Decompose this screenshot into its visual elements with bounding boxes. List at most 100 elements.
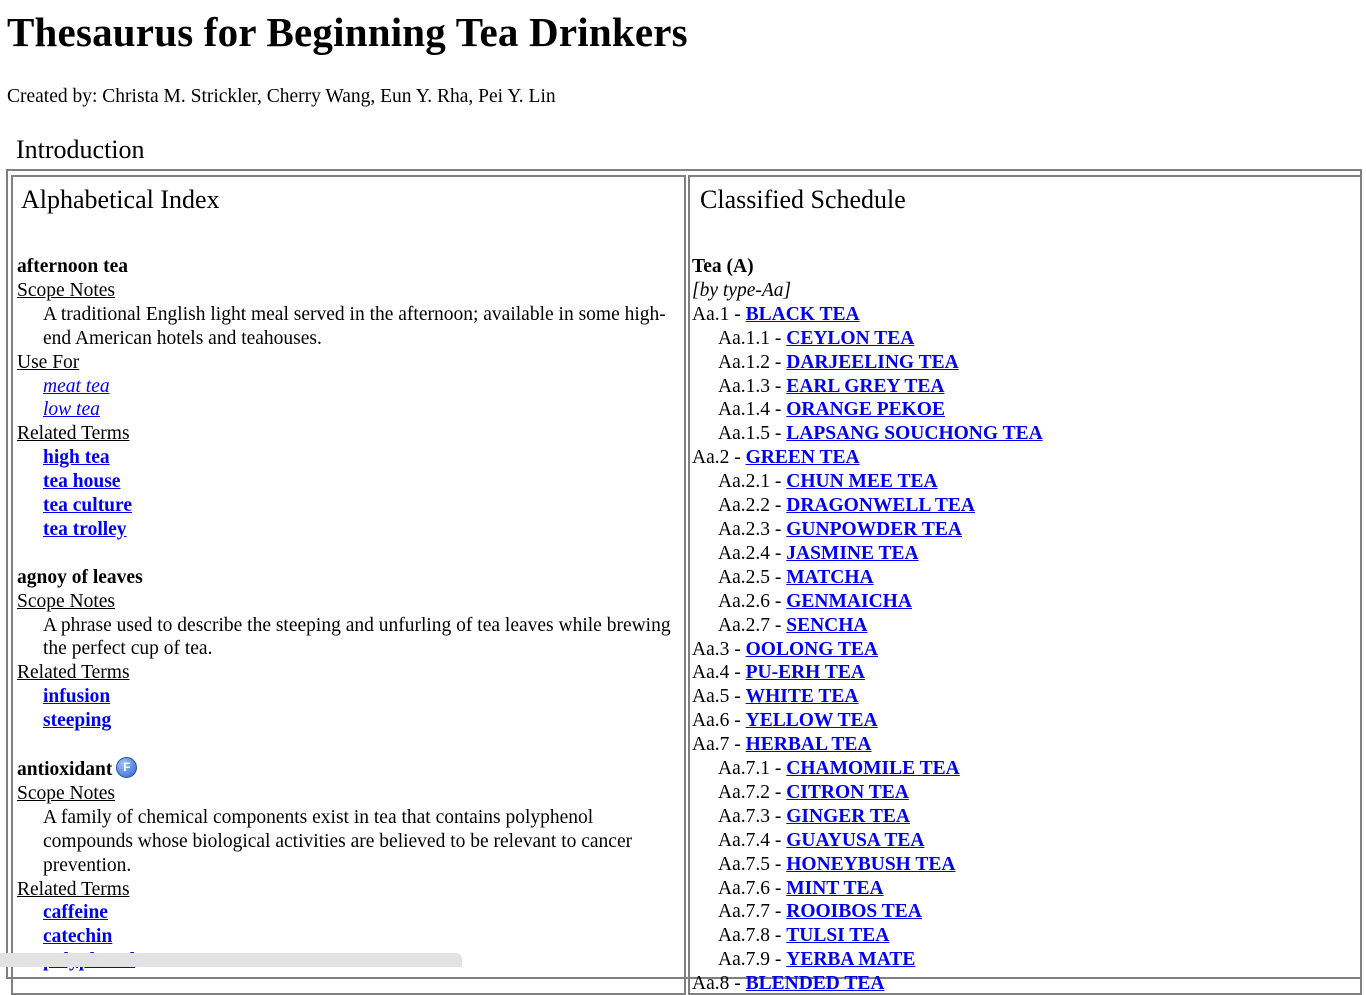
schedule-code: Aa.1.1 - xyxy=(718,327,787,349)
schedule-link[interactable]: TULSI TEA xyxy=(786,925,889,946)
related-term-link[interactable]: catechin xyxy=(43,926,112,947)
schedule-row: Aa.2.7 - SENCHA xyxy=(692,614,1360,638)
schedule-code: Aa.1.2 - xyxy=(718,351,787,373)
scope-note-text: A family of chemical components exist in… xyxy=(43,806,633,876)
schedule-link[interactable]: JASMINE TEA xyxy=(786,543,918,564)
related-term-item: tea house xyxy=(17,470,684,494)
schedule-row: Aa.6 - YELLOW TEA xyxy=(692,709,1360,733)
schedule-link[interactable]: PU-ERH TEA xyxy=(746,662,865,683)
schedule-link[interactable]: HERBAL TEA xyxy=(746,734,872,755)
scope-note-text: A phrase used to describe the steeping a… xyxy=(43,614,671,660)
schedule-link[interactable]: DRAGONWELL TEA xyxy=(786,495,975,516)
schedule-row: Aa.7.4 - GUAYUSA TEA xyxy=(692,829,1360,853)
schedule-link[interactable]: BLACK TEA xyxy=(746,304,860,325)
schedule-link[interactable]: SENCHA xyxy=(786,615,867,636)
schedule-link[interactable]: MINT TEA xyxy=(786,878,883,899)
use-for-link[interactable]: low tea xyxy=(43,399,100,420)
related-terms-label: Related Terms xyxy=(17,878,130,900)
schedule-code: Aa.4 - xyxy=(692,662,746,684)
schedule-link[interactable]: GREEN TEA xyxy=(746,447,860,468)
index-term-label: agnoy of leaves xyxy=(17,566,143,588)
use-for-link[interactable]: meat tea xyxy=(43,376,110,397)
schedule-code: Aa.2.3 - xyxy=(718,518,787,540)
schedule-code: Aa.5 - xyxy=(692,686,746,708)
index-term: afternoon tea xyxy=(17,255,684,279)
classified-schedule-panel[interactable]: Classified Schedule Tea (A) [by type-Aa]… xyxy=(688,175,1362,995)
schedule-row: Aa.1.2 - DARJEELING TEA xyxy=(692,351,1360,375)
related-term-link[interactable]: infusion xyxy=(43,686,110,707)
index-term-label: antioxidant xyxy=(17,759,113,780)
schedule-link[interactable]: WHITE TEA xyxy=(746,686,859,707)
schedule-row: Aa.7.5 - HONEYBUSH TEA xyxy=(692,853,1360,877)
schedule-code: Aa.2.6 - xyxy=(718,590,787,612)
schedule-link[interactable]: ORANGE PEKOE xyxy=(786,399,945,420)
schedule-code: Aa.1 - xyxy=(692,303,746,325)
schedule-row: Aa.2 - GREEN TEA xyxy=(692,446,1360,470)
alphabetical-index-panel[interactable]: Alphabetical Index afternoon tea Scope No… xyxy=(11,175,686,995)
index-body: afternoon tea Scope Notes A traditional En… xyxy=(13,255,684,973)
related-term-link[interactable]: steeping xyxy=(43,710,111,731)
schedule-row: Aa.7.1 - CHAMOMILE TEA xyxy=(692,757,1360,781)
related-term-item: high tea xyxy=(17,446,684,470)
schedule-link[interactable]: CITRON TEA xyxy=(786,782,909,803)
related-term-link[interactable]: tea house xyxy=(43,471,120,492)
schedule-link[interactable]: GUAYUSA TEA xyxy=(786,830,924,851)
index-term: antioxidant F xyxy=(17,757,684,782)
use-for-label: Use For xyxy=(17,351,80,373)
schedule-body: Tea (A) [by type-Aa] Aa.1 - BLACK TEA Aa.… xyxy=(690,255,1360,995)
schedule-row: Aa.7.7 - ROOIBOS TEA xyxy=(692,900,1360,924)
related-term-item: tea trolley xyxy=(17,518,684,542)
schedule-row: Aa.2.2 - DRAGONWELL TEA xyxy=(692,494,1360,518)
related-term-link[interactable]: high tea xyxy=(43,447,110,468)
related-term-link[interactable]: tea culture xyxy=(43,495,132,516)
scope-notes-label: Scope Notes xyxy=(17,590,116,612)
schedule-row: Aa.2.4 - JASMINE TEA xyxy=(692,542,1360,566)
schedule-link[interactable]: ROOIBOS TEA xyxy=(786,901,922,922)
schedule-code: Aa.6 - xyxy=(692,710,746,732)
schedule-row: Aa.1 - BLACK TEA xyxy=(692,303,1360,327)
facet-f-badge-icon[interactable]: F xyxy=(116,757,138,778)
schedule-link[interactable]: HONEYBUSH TEA xyxy=(786,854,955,875)
schedule-link[interactable]: GUNPOWDER TEA xyxy=(786,519,962,540)
schedule-code: Aa.2.4 - xyxy=(718,542,787,564)
schedule-code: Aa.7.6 - xyxy=(718,877,787,899)
schedule-link[interactable]: BLENDED TEA xyxy=(746,973,885,993)
schedule-row: Aa.7.6 - MINT TEA xyxy=(692,877,1360,901)
use-for-item: meat tea xyxy=(17,375,684,399)
schedule-facet: [by type-Aa] xyxy=(692,279,792,301)
schedule-code: Aa.7.8 - xyxy=(718,925,787,947)
related-term-link[interactable]: tea trolley xyxy=(43,519,127,540)
schedule-code: Aa.7.4 - xyxy=(718,829,787,851)
entry-spacer xyxy=(17,542,684,566)
related-term-item: steeping xyxy=(17,709,684,733)
schedule-link[interactable]: GINGER TEA xyxy=(786,806,910,827)
credit-line: Created by: Christa M. Strickler, Cherry… xyxy=(7,86,556,107)
scope-notes-label: Scope Notes xyxy=(17,782,116,804)
schedule-code: Aa.2 - xyxy=(692,447,746,469)
schedule-row: Aa.7.9 - YERBA MATE xyxy=(692,948,1360,972)
schedule-row: Aa.7.2 - CITRON TEA xyxy=(692,781,1360,805)
schedule-row: Aa.2.5 - MATCHA xyxy=(692,566,1360,590)
schedule-code: Aa.7.9 - xyxy=(718,949,787,971)
schedule-link[interactable]: EARL GREY TEA xyxy=(786,376,944,397)
schedule-code: Aa.7.2 - xyxy=(718,781,787,803)
schedule-link[interactable]: CHAMOMILE TEA xyxy=(786,758,960,779)
schedule-code: Aa.7.7 - xyxy=(718,901,787,923)
schedule-link[interactable]: YERBA MATE xyxy=(786,949,915,970)
schedule-link[interactable]: MATCHA xyxy=(786,567,873,588)
schedule-link[interactable]: GENMAICHA xyxy=(786,591,912,612)
schedule-link[interactable]: CHUN MEE TEA xyxy=(786,471,937,492)
schedule-code: Aa.7.1 - xyxy=(718,758,787,780)
schedule-row: Aa.1.3 - EARL GREY TEA xyxy=(692,375,1360,399)
schedule-link[interactable]: OOLONG TEA xyxy=(746,639,878,660)
schedule-link[interactable]: YELLOW TEA xyxy=(746,710,878,731)
schedule-title: Classified Schedule xyxy=(700,185,906,214)
schedule-code: Aa.7.3 - xyxy=(718,805,787,827)
schedule-link[interactable]: LAPSANG SOUCHONG TEA xyxy=(786,423,1042,444)
schedule-link[interactable]: CEYLON TEA xyxy=(786,328,914,349)
related-term-item: tea culture xyxy=(17,494,684,518)
schedule-code: Aa.8 - xyxy=(692,973,746,995)
related-term-link[interactable]: caffeine xyxy=(43,902,108,923)
schedule-heading: Tea (A) xyxy=(692,256,754,277)
schedule-link[interactable]: DARJEELING TEA xyxy=(786,352,958,373)
